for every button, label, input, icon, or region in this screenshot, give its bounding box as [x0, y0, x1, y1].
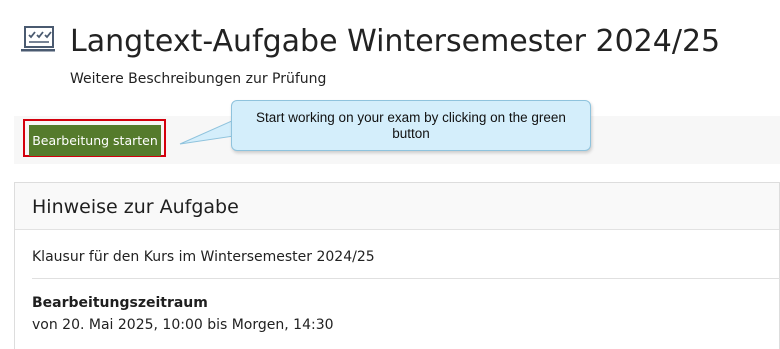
panel-title: Hinweise zur Aufgabe	[32, 196, 239, 218]
page-subtitle: Weitere Beschreibungen zur Prüfung	[70, 71, 327, 87]
test-checklist-icon	[20, 25, 56, 53]
page-title: Langtext-Aufgabe Wintersemester 2024/25	[70, 24, 721, 59]
callout-text: Start working on your exam by clicking o…	[256, 110, 566, 141]
exam-page: Langtext-Aufgabe Wintersemester 2024/25 …	[0, 0, 780, 349]
panel-header: Hinweise zur Aufgabe	[15, 183, 779, 230]
start-exam-button[interactable]: Bearbeitung starten	[29, 125, 161, 156]
period-label: Bearbeitungszeitraum	[32, 295, 208, 311]
period-value: von 20. Mai 2025, 10:00 bis Morgen, 14:3…	[32, 317, 334, 333]
instruction-callout: Start working on your exam by clicking o…	[231, 100, 591, 151]
divider	[32, 278, 780, 279]
task-info-panel: Hinweise zur Aufgabe Klausur für den Kur…	[14, 182, 780, 349]
task-description: Klausur für den Kurs im Wintersemester 2…	[32, 249, 375, 265]
